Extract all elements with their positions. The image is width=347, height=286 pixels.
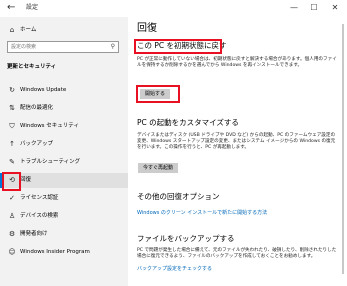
shield-icon: ⛉ [9, 122, 15, 130]
reset-pc-description: PC が正常に動作していない場合は、初期状態に戻すと解決する場合があります。個人… [137, 57, 337, 69]
sidebar: ⌂ ホーム ⚲ 更新とセキュリティ ↻ Windows Update ⇅ 配信の… [0, 17, 128, 286]
more-recovery-options-heading: その他の回復オプション [137, 192, 220, 201]
scrollbar[interactable] [342, 24, 344, 274]
sidebar-item-backup[interactable]: ↑ バックアップ [0, 137, 128, 152]
recovery-highlight-box [2, 172, 21, 191]
person-location-icon: ♙ [8, 212, 16, 220]
sidebar-item-label: Windows Update [20, 87, 67, 93]
advanced-startup-heading: PC の起動をカスタマイズする [137, 118, 239, 127]
insider-icon: ☺ [8, 248, 16, 256]
sidebar-item-delivery-optimization[interactable]: ⇅ 配信の最適化 [0, 101, 128, 116]
backup-arrow-icon: ↑ [9, 140, 15, 148]
wrench-icon: ✎ [9, 158, 15, 166]
window-title: 設定 [26, 4, 39, 11]
search-icon[interactable]: ⚲ [111, 43, 115, 51]
sidebar-item-windows-update[interactable]: ↻ Windows Update [0, 83, 128, 98]
sidebar-item-windows-insider[interactable]: ☺ Windows Insider Program [0, 245, 128, 260]
sidebar-item-home[interactable]: ⌂ ホーム [0, 23, 128, 38]
clean-install-link[interactable]: Windows のクリーン インストールで新たに開始する方法 [137, 210, 267, 217]
delivery-optimization-icon: ⇅ [9, 104, 15, 112]
check-backup-settings-link[interactable]: バックアップ設定をチェックする [137, 266, 212, 273]
sidebar-item-label: トラブルシューティング [20, 159, 81, 165]
sidebar-item-find-my-device[interactable]: ♙ デバイスの検索 [0, 209, 128, 224]
sidebar-item-label: Windows セキュリティ [20, 123, 79, 129]
check-circle-icon: ✓ [9, 194, 15, 202]
sidebar-item-label: 開発者向け [20, 231, 48, 237]
restart-now-button[interactable]: 今すぐ再起動 [138, 163, 179, 173]
sidebar-item-label: バックアップ [20, 141, 54, 147]
advanced-startup-description: デバイスまたはディスク (USB ドライブや DVD など) からの起動、PC … [137, 133, 336, 151]
sidebar-item-label: Windows Insider Program [20, 249, 90, 255]
get-started-highlight-box [136, 85, 180, 103]
page-title: 回復 [137, 23, 157, 34]
sidebar-item-label: 配信の最適化 [20, 105, 54, 111]
minimize-button[interactable]: — [284, 1, 304, 15]
reset-heading-highlight-box [134, 39, 222, 54]
maximize-button[interactable]: ☐ [304, 1, 324, 15]
sidebar-item-windows-security[interactable]: ⛉ Windows セキュリティ [0, 119, 128, 134]
sidebar-item-label: 回復 [20, 177, 32, 183]
sidebar-item-label: ライセンス認証 [20, 195, 59, 201]
sidebar-item-label: デバイスの検索 [20, 213, 59, 219]
sidebar-item-for-developers[interactable]: ⚙ 開発者向け [0, 227, 128, 242]
back-arrow-icon[interactable]: ← [7, 2, 15, 14]
backup-files-heading: ファイルをバックアップする [137, 234, 235, 243]
search-field[interactable]: ⚲ [7, 41, 119, 53]
home-icon: ⌂ [9, 26, 15, 34]
sync-icon: ↻ [9, 86, 15, 94]
sidebar-item-activation[interactable]: ✓ ライセンス認証 [0, 191, 128, 206]
developer-icon: ⚙ [8, 230, 16, 238]
search-input[interactable] [11, 43, 103, 51]
close-button[interactable]: ✕ [325, 1, 345, 15]
sidebar-item-label: ホーム [20, 27, 37, 33]
title-bar: ← 設定 — ☐ ✕ [0, 0, 347, 17]
sidebar-item-troubleshoot[interactable]: ✎ トラブルシューティング [0, 155, 128, 170]
sidebar-section-title: 更新とセキュリティ [7, 64, 57, 70]
backup-files-description: PC で問題が発生した場合に備えて、元のファイルが失われたり、破損したり、削除さ… [137, 248, 337, 260]
